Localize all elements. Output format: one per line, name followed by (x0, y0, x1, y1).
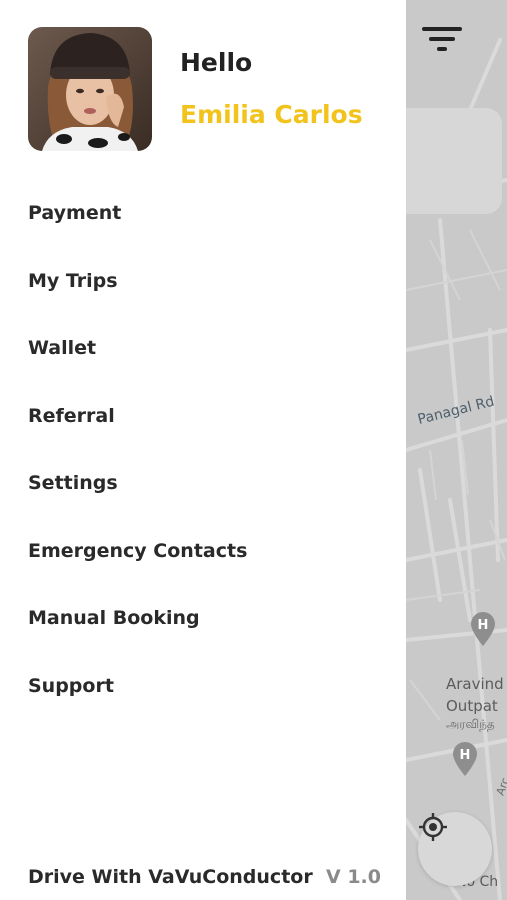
menu-item-manual-booking[interactable]: Manual Booking (28, 601, 247, 669)
hospital-marker-icon[interactable]: H (451, 740, 479, 778)
menu-item-payment[interactable]: Payment (28, 196, 247, 264)
drive-with-link[interactable]: Drive With VaVuConductor (28, 866, 313, 888)
menu-item-my-trips[interactable]: My Trips (28, 264, 247, 332)
profile-photo (28, 27, 152, 151)
menu-item-support[interactable]: Support (28, 669, 247, 737)
svg-text:H: H (460, 748, 471, 763)
hospital-marker-icon[interactable]: H (469, 610, 497, 648)
menu-item-wallet[interactable]: Wallet (28, 331, 247, 399)
app-version: V 1.0 (326, 866, 381, 888)
navigation-drawer: Hello Emilia Carlos Payment My Trips Wal… (0, 0, 406, 900)
crosshair-icon (419, 813, 447, 841)
greeting-text: Hello (180, 48, 253, 77)
locate-me-button[interactable] (418, 812, 492, 886)
poi-label: Aravind Outpat (446, 673, 504, 717)
menu-item-emergency-contacts[interactable]: Emergency Contacts (28, 534, 247, 602)
user-name: Emilia Carlos (180, 100, 363, 129)
menu-item-settings[interactable]: Settings (28, 466, 247, 534)
drawer-menu: Payment My Trips Wallet Referral Setting… (28, 196, 247, 736)
poi-name-line1: Aravind (446, 675, 504, 693)
menu-item-referral[interactable]: Referral (28, 399, 247, 467)
poi-name-line2: Outpat (446, 697, 498, 715)
vehicle-type-card[interactable] (392, 108, 502, 214)
avatar[interactable] (28, 27, 152, 151)
svg-text:H: H (478, 618, 489, 633)
filter-button[interactable] (420, 24, 474, 64)
poi-name-tamil: அரவிந்த (446, 717, 495, 731)
filter-icon (422, 27, 462, 51)
